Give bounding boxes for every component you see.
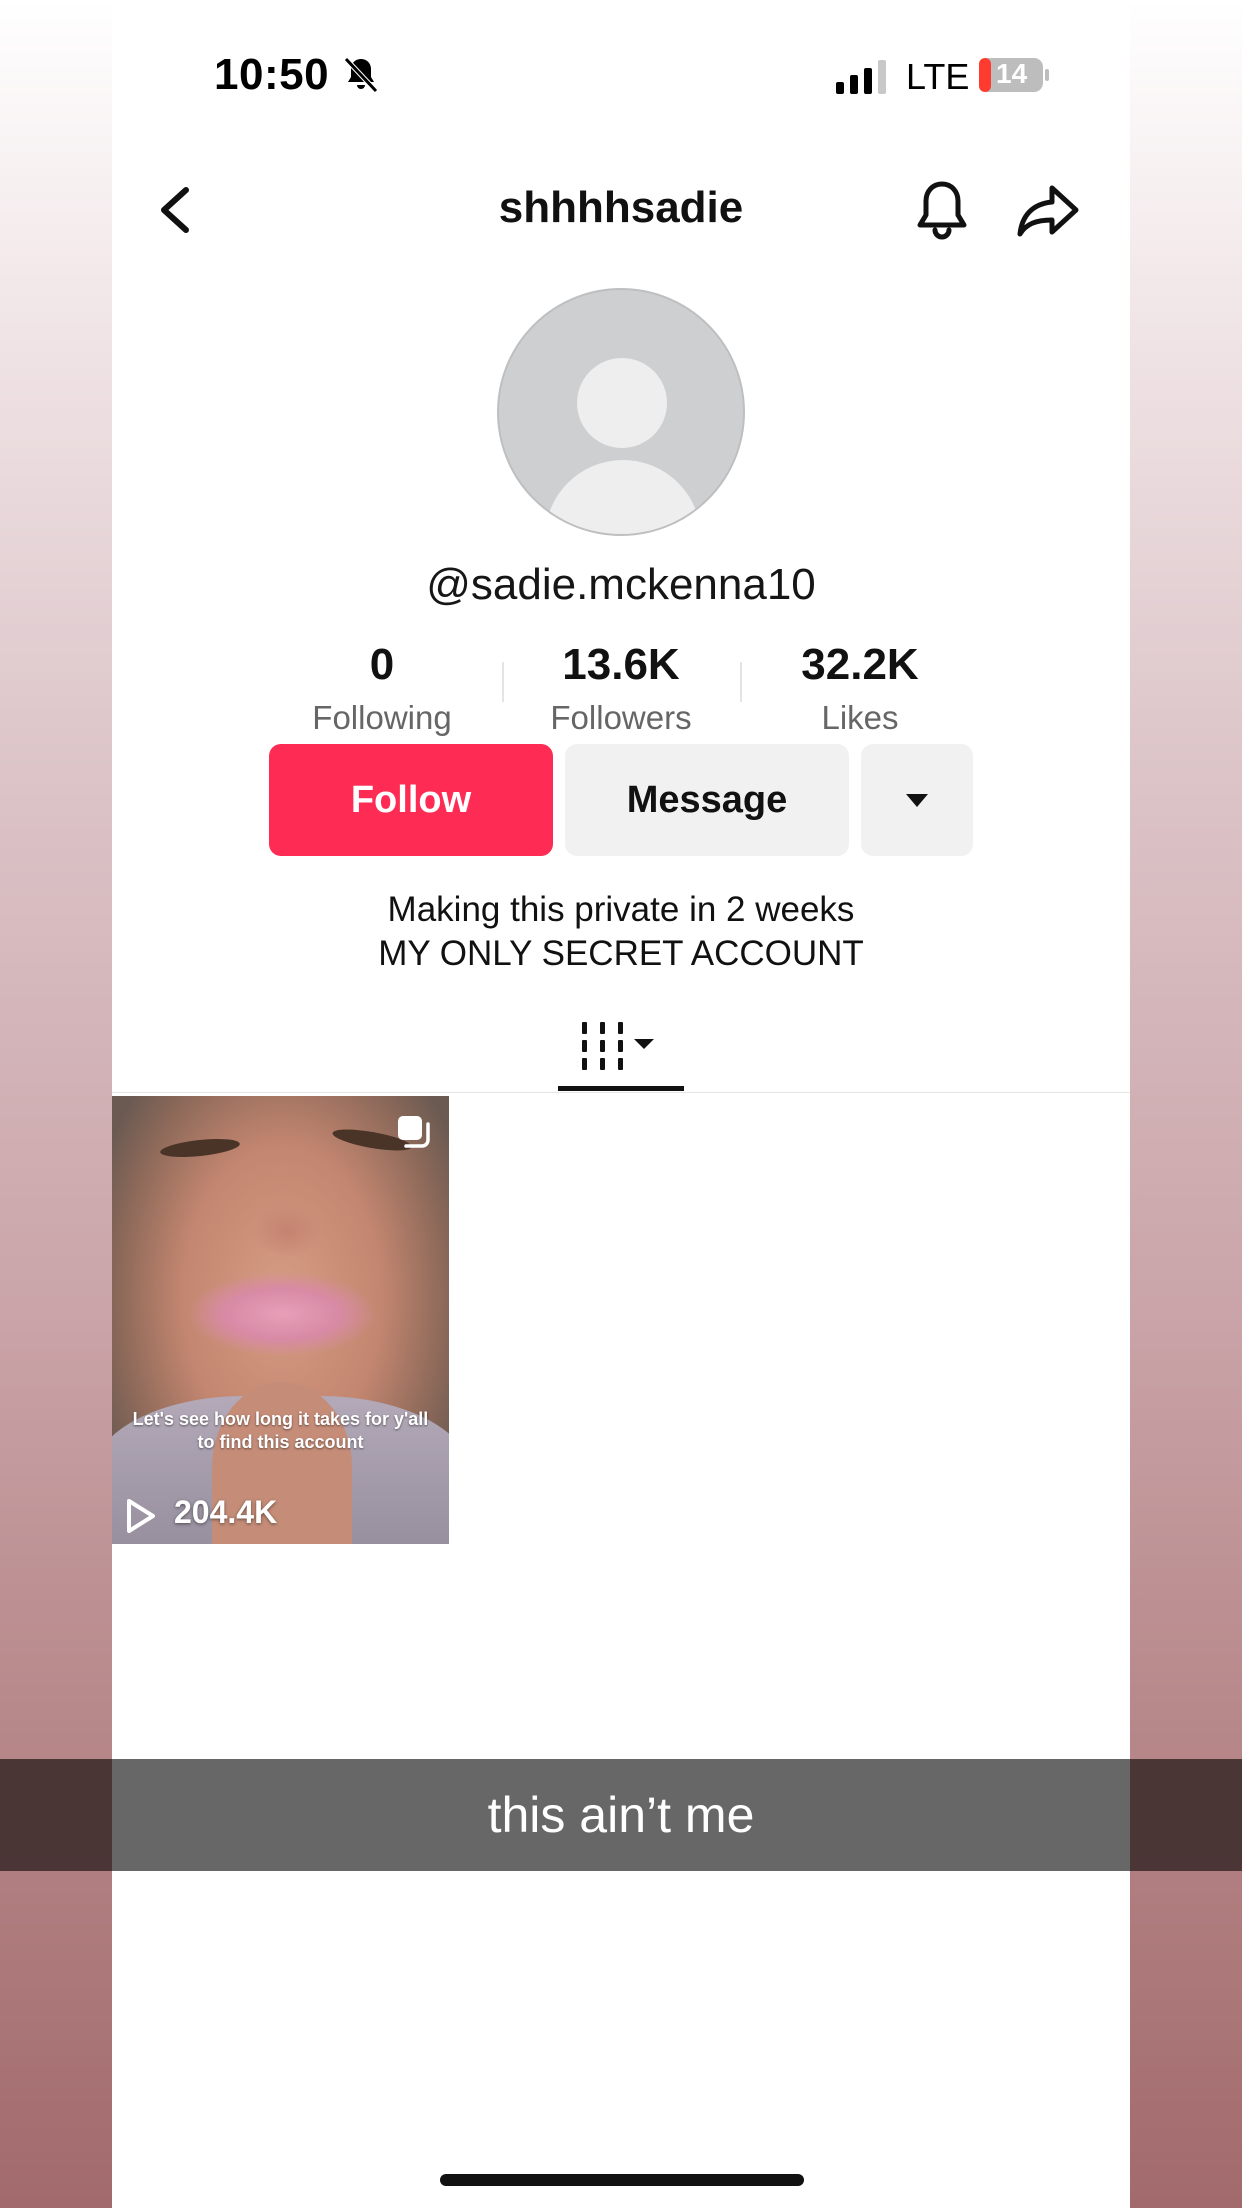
video-caption: Let's see how long it takes for y'all to… [132,1409,429,1452]
stat-divider [502,662,504,702]
stat-label: Followers [550,699,692,736]
stat-divider [740,662,742,702]
bio-line: MY ONLY SECRET ACCOUNT [378,934,864,973]
status-time: 10:50 [214,50,330,99]
profile-bio: Making this private in 2 weeks MY ONLY S… [112,888,1130,976]
stat-label: Following [312,699,452,736]
caret-down-icon [906,793,928,807]
thumbnail-feature [159,1135,241,1161]
bio-line: Making this private in 2 weeks [387,890,855,929]
message-button[interactable]: Message [565,744,849,856]
tab-active-indicator [558,1086,684,1091]
avatar[interactable] [497,288,745,536]
stat-value: 0 [369,640,395,689]
caption-overlay-text: this ain’t me [487,1787,755,1843]
caption-overlay-bar: this ain’t me [112,1759,1130,1871]
battery-level: 14 [996,58,1028,89]
share-arrow-icon[interactable] [1016,182,1080,238]
signal-strength-icon [836,60,886,94]
bell-icon[interactable] [912,178,972,244]
stat-value: 32.2K [801,640,919,689]
stat-followers[interactable]: 13.6K Followers [511,640,731,738]
network-type: LTE [906,56,970,97]
caption-overlay: this ain’t me [0,1759,1242,1871]
follow-button[interactable]: Follow [269,744,553,856]
profile-handle: @sadie.mckenna10 [426,560,816,609]
page-title: shhhhsadie [498,183,744,232]
stat-label: Likes [821,699,899,736]
stat-value: 13.6K [562,640,680,689]
suggested-accounts-button[interactable] [861,744,973,856]
videos-grid-sort-icon [582,1022,654,1070]
stat-following[interactable]: 0 Following [272,640,492,738]
tab-divider [112,1092,1130,1093]
home-indicator[interactable] [440,2174,804,2186]
tab-videos[interactable] [558,1012,684,1092]
phone-screen: 10:50 LTE 14 shhhhsadie @sadie.mckenna10… [112,0,1130,2208]
video-thumbnail[interactable]: Let's see how long it takes for y'all to… [112,1096,449,1544]
multi-photo-icon [398,1116,430,1148]
bell-muted-icon [344,57,378,93]
stat-likes[interactable]: 32.2K Likes [750,640,970,738]
play-icon [127,1499,155,1533]
avatar-placeholder-body [545,460,701,534]
video-view-count: 204.4K [174,1494,278,1530]
avatar-placeholder-head [577,358,667,448]
